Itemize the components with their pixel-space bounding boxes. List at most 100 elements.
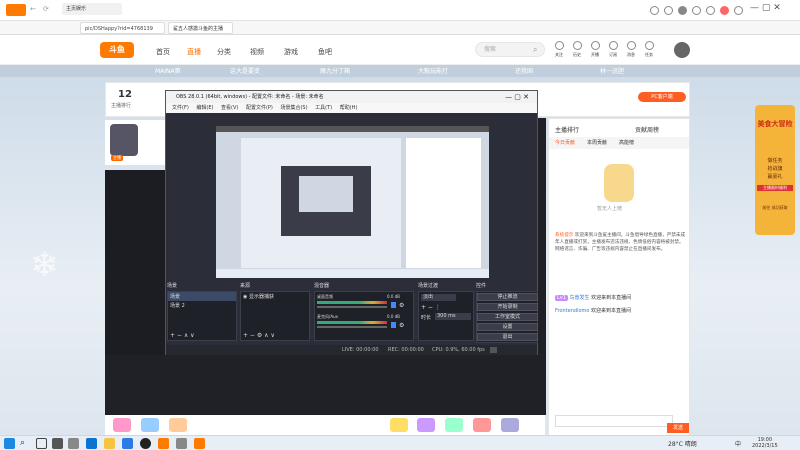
follow-icon[interactable]: 关注 xyxy=(555,41,564,58)
tab-active[interactable]: 鲨五人感激斗鱼的主播 xyxy=(168,22,233,34)
gear-icon[interactable]: ⚙ xyxy=(399,322,404,329)
empty-text: 暂无人上榜 xyxy=(597,206,623,212)
gift-item[interactable] xyxy=(445,418,463,432)
nav-home[interactable]: 首页 xyxy=(156,47,170,57)
subtab[interactable]: 雁九分丁箱 xyxy=(320,66,350,75)
app-icon[interactable] xyxy=(194,438,205,449)
weather-text[interactable]: 28°C 晴朗 xyxy=(668,439,697,448)
clock-icon[interactable] xyxy=(663,6,673,15)
message-icon[interactable] xyxy=(719,6,729,15)
gift-item[interactable] xyxy=(390,418,408,432)
scene-add-remove[interactable]: + − ∧ ∨ xyxy=(170,332,195,339)
speaker-icon[interactable] xyxy=(391,302,396,308)
gift-item[interactable] xyxy=(473,418,491,432)
cpu-usage: CPU: 0.9%, 60.00 fps xyxy=(432,347,485,353)
transition-select[interactable]: 淡出 xyxy=(421,294,456,301)
menu-icon[interactable] xyxy=(733,6,743,15)
source-add-remove[interactable]: + − ⚙ ∧ ∨ xyxy=(243,332,275,339)
settings-button[interactable]: 设置 xyxy=(477,323,538,331)
browser-taskbar-icon[interactable] xyxy=(158,438,169,449)
task-icon[interactable]: 任务 xyxy=(645,41,654,58)
site-logo[interactable]: 斗鱼 xyxy=(100,42,134,58)
streamer-avatar[interactable] xyxy=(110,124,138,156)
speaker-icon[interactable] xyxy=(391,322,396,328)
obs-window-buttons[interactable]: — ▢ ✕ xyxy=(505,91,529,103)
refresh-icon[interactable]: ⟳ xyxy=(43,5,49,13)
subtab[interactable]: 大魁玩能打 xyxy=(418,66,448,75)
gift-item[interactable] xyxy=(113,418,131,432)
chat-user[interactable]: Frontendlomo xyxy=(555,308,589,314)
nav-category[interactable]: 分类 xyxy=(217,47,231,57)
scene-item[interactable]: 场景 xyxy=(168,292,236,301)
gift-item[interactable] xyxy=(417,418,435,432)
clock[interactable]: 19:00 2022/3/15 xyxy=(752,437,778,449)
widgets-icon[interactable] xyxy=(52,438,63,449)
obs-preview[interactable] xyxy=(216,126,489,278)
tab-energy[interactable]: 高能榜 xyxy=(619,139,634,146)
nav-live[interactable]: 直播 xyxy=(187,47,201,57)
url-field[interactable]: pic/DSHappy?rid=4768139 xyxy=(80,22,165,34)
message-center-icon[interactable]: 消息 xyxy=(627,41,636,58)
gift-item[interactable] xyxy=(169,418,187,432)
exit-button[interactable]: 退出 xyxy=(477,333,538,341)
obs-menu-tools[interactable]: 工具(T) xyxy=(315,105,332,111)
tab-week[interactable]: 本周贡献 xyxy=(587,139,607,146)
start-recording-button[interactable]: 开始录制 xyxy=(477,303,538,311)
subtab[interactable]: 这大是要变 xyxy=(230,66,260,75)
start-icon[interactable] xyxy=(4,438,15,449)
obs-taskbar-icon[interactable] xyxy=(140,438,151,449)
subtab[interactable]: MAINA第 xyxy=(155,66,181,75)
subtab[interactable]: 林一迅胆 xyxy=(600,66,624,75)
chat-icon[interactable] xyxy=(68,438,79,449)
chat-user[interactable]: 鸟兽发生 xyxy=(570,295,590,301)
stop-streaming-button[interactable]: 停止推流 xyxy=(477,293,538,301)
studio-mode-button[interactable]: 工作室模式 xyxy=(477,313,538,321)
sources-dock: ◉ 显示器捕获 + − ⚙ ∧ ∨ xyxy=(240,291,310,341)
search-icon[interactable]: ⌕ xyxy=(20,438,31,449)
gear-icon[interactable]: ⚙ xyxy=(399,302,404,309)
obs-menu-edit[interactable]: 编辑(E) xyxy=(196,105,213,111)
lang-indicator[interactable]: 中 xyxy=(735,439,741,448)
task-view-icon[interactable] xyxy=(36,438,47,449)
nav-yuba[interactable]: 鱼吧 xyxy=(318,47,332,57)
back-arrow-icon[interactable]: ← xyxy=(30,5,36,13)
folder-icon[interactable] xyxy=(104,438,115,449)
nav-games[interactable]: 游戏 xyxy=(284,47,298,57)
share-icon[interactable] xyxy=(691,6,701,15)
store-icon[interactable] xyxy=(122,438,133,449)
broadcast-icon[interactable]: 开播 xyxy=(591,41,600,58)
obs-window: OBS 28.0.1 (64bit, windows) - 配置文件: 未命名 … xyxy=(165,90,538,355)
edge-icon[interactable] xyxy=(86,438,97,449)
gift-item[interactable] xyxy=(141,418,159,432)
user-avatar[interactable] xyxy=(674,42,690,58)
nav-video[interactable]: 视频 xyxy=(250,47,264,57)
volume-slider[interactable] xyxy=(317,326,387,328)
obs-menu-profile[interactable]: 配置文件(P) xyxy=(246,105,273,111)
pc-client-button[interactable]: PC客户端 xyxy=(638,92,686,102)
obs-menu-file[interactable]: 文件(F) xyxy=(172,105,189,111)
source-item[interactable]: ◉ 显示器捕获 xyxy=(241,292,309,301)
send-button[interactable]: 发送 xyxy=(667,423,689,433)
duration-input[interactable]: 300 ms xyxy=(435,313,471,320)
tab-today[interactable]: 今日贡献 xyxy=(555,139,575,146)
transition-add-remove[interactable]: + − ⋮ xyxy=(421,304,441,311)
search-icon[interactable]: ⌕ xyxy=(533,45,537,55)
volume-slider[interactable] xyxy=(317,306,387,308)
scene-item[interactable]: 场景 2 xyxy=(168,301,236,310)
eye-icon[interactable]: ◉ xyxy=(243,294,247,300)
promo-banner[interactable]: 美食大冒险 做任务 抢战旗 赢豪礼 主播限时福利 前往 成功获取 xyxy=(755,105,795,235)
gift-item[interactable] xyxy=(501,418,519,432)
settings-icon[interactable] xyxy=(650,6,659,15)
subscribe-icon[interactable]: 订阅 xyxy=(609,41,618,58)
gift-icon[interactable] xyxy=(705,6,715,15)
obs-menu-scene-collection[interactable]: 场景集合(S) xyxy=(280,105,307,111)
subtab[interactable]: 还我国 xyxy=(515,66,533,75)
tab-home[interactable]: 主页娱乐 xyxy=(62,3,122,15)
chat-input[interactable] xyxy=(555,415,673,427)
avatar-icon[interactable] xyxy=(677,6,687,15)
obs-menu-view[interactable]: 查看(V) xyxy=(221,105,238,111)
window-buttons[interactable]: — ▢ ✕ xyxy=(750,3,781,13)
app-icon[interactable] xyxy=(176,438,187,449)
obs-menu-help[interactable]: 帮助(H) xyxy=(340,105,358,111)
history-icon[interactable]: 历史 xyxy=(573,41,582,58)
